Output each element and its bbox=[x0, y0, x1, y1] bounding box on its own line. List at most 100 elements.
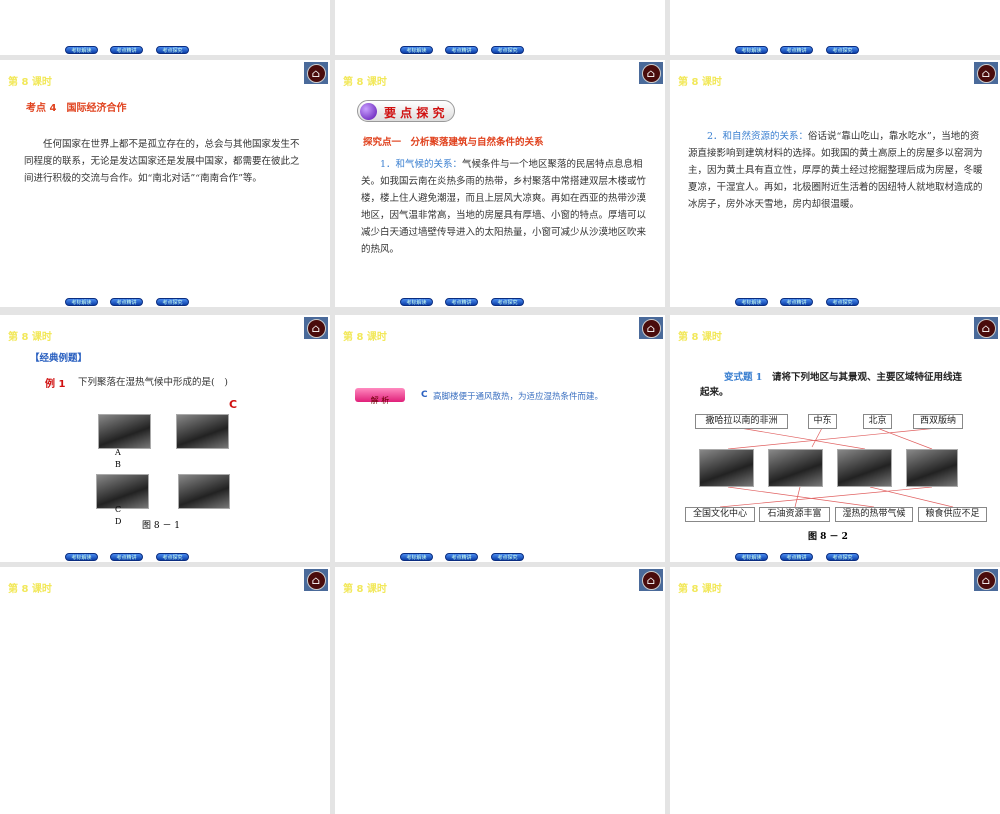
home-icon: ⌂ bbox=[306, 570, 326, 590]
option-d: D bbox=[115, 517, 122, 526]
nav-button-2[interactable]: 考点精讲 bbox=[780, 553, 813, 561]
nav-button-1[interactable]: 考标解读 bbox=[735, 298, 768, 306]
home-icon: ⌂ bbox=[641, 63, 661, 83]
nav-button-1[interactable]: 考标解读 bbox=[400, 46, 433, 54]
slide-3: 考标解读 考点精讲 考点探究 bbox=[670, 0, 1000, 55]
figure-caption: 图 8 － 2 bbox=[808, 532, 848, 542]
photo-temple-of-heaven bbox=[906, 449, 958, 487]
badge-label: 要 点 探 究 bbox=[384, 106, 445, 120]
nav-button-1[interactable]: 考标解读 bbox=[65, 46, 98, 54]
photo-b-cave bbox=[176, 414, 229, 449]
nav-button-3[interactable]: 考点探究 bbox=[156, 553, 189, 561]
nav-button-1[interactable]: 考标解读 bbox=[735, 46, 768, 54]
nav-button-2[interactable]: 考点精讲 bbox=[445, 553, 478, 561]
nav-button-3[interactable]: 考点探究 bbox=[826, 553, 859, 561]
lesson-title: 第 8 课时 bbox=[678, 77, 722, 88]
slide-body: 任何国家在世界上都不是孤立存在的，总会与其他国家发生不同程度的联系，无论是发达国… bbox=[24, 139, 300, 184]
option-b: B bbox=[115, 460, 121, 469]
nav-button-2[interactable]: 考点精讲 bbox=[445, 46, 478, 54]
slide-11: 第 8 课时 ⌂ bbox=[335, 567, 665, 814]
connection-lines bbox=[719, 427, 954, 508]
slide-heading: 考点 4 国际经济合作 bbox=[26, 103, 127, 114]
analysis-ribbon: 解 析 bbox=[355, 388, 405, 405]
lesson-title: 第 8 课时 bbox=[678, 584, 722, 595]
region-box: 撒哈拉以南的非洲 bbox=[695, 414, 788, 429]
body-lead: 2．和自然资源的关系： bbox=[707, 131, 809, 142]
photo-a-yurt bbox=[98, 414, 151, 449]
purple-orb-icon bbox=[360, 103, 377, 120]
nav-button-1[interactable]: 考标解读 bbox=[400, 298, 433, 306]
nav-button-3[interactable]: 考点探究 bbox=[491, 46, 524, 54]
photo-stilt-house bbox=[699, 449, 754, 487]
nav-button-2[interactable]: 考点精讲 bbox=[780, 298, 813, 306]
home-button[interactable]: ⌂ bbox=[639, 317, 663, 339]
slide-10: 第 8 课时 ⌂ bbox=[0, 567, 330, 814]
key-points-badge: 要 点 探 究 bbox=[357, 100, 455, 122]
home-button[interactable]: ⌂ bbox=[304, 62, 328, 84]
nav-button-1[interactable]: 考标解读 bbox=[400, 553, 433, 561]
nav-button-1[interactable]: 考标解读 bbox=[65, 553, 98, 561]
nav-button-3[interactable]: 考点探究 bbox=[826, 46, 859, 54]
analysis-label: 解 析 bbox=[370, 396, 390, 405]
home-icon: ⌂ bbox=[306, 63, 326, 83]
line bbox=[811, 427, 823, 448]
option-a: A bbox=[115, 448, 121, 457]
region-box: 北京 bbox=[863, 414, 892, 429]
body-text: 俗话说“靠山吃山，靠水吃水”，当地的资源直接影响到建筑材料的选择。如我国的黄土高… bbox=[688, 131, 983, 210]
example-label: 例 1 bbox=[45, 379, 66, 390]
nav-button-1[interactable]: 考标解读 bbox=[735, 553, 768, 561]
nav-button-3[interactable]: 考点探究 bbox=[491, 298, 524, 306]
lesson-title: 第 8 课时 bbox=[343, 584, 387, 595]
option-c: C bbox=[115, 505, 122, 514]
photo-c-stilt-house bbox=[96, 474, 149, 509]
home-button[interactable]: ⌂ bbox=[974, 569, 998, 591]
home-icon: ⌂ bbox=[306, 318, 326, 338]
photo-savanna-giraffe bbox=[837, 449, 892, 487]
feature-box: 石油资源丰富 bbox=[759, 507, 830, 522]
slide-6: 第 8 课时 ⌂ 2．和自然资源的关系：俗话说“靠山吃山，靠水吃水”，当地的资源直… bbox=[670, 60, 1000, 307]
slide-5: 第 8 课时 ⌂ 要 点 探 究 探究点一 分析聚落建筑与自然条件的关系 1．和气… bbox=[335, 60, 665, 307]
slide-2: 考标解读 考点精讲 考点探究 bbox=[335, 0, 665, 55]
lesson-title: 第 8 课时 bbox=[343, 332, 387, 343]
home-button[interactable]: ⌂ bbox=[304, 317, 328, 339]
home-button[interactable]: ⌂ bbox=[639, 62, 663, 84]
analysis-text: 高脚楼便于通风散热，为适应湿热条件而建。 bbox=[433, 392, 604, 402]
body-lead: 1．和气候的关系： bbox=[380, 159, 463, 170]
figure-caption: 图 8 － 1 bbox=[142, 521, 181, 531]
slide-4: 第 8 课时 ⌂ 考点 4 国际经济合作 任何国家在世界上都不是孤立存在的，总会与… bbox=[0, 60, 330, 307]
lesson-title: 第 8 课时 bbox=[8, 77, 52, 88]
photo-d-thick-wall bbox=[178, 474, 230, 509]
home-button[interactable]: ⌂ bbox=[974, 62, 998, 84]
section-title: 【经典例题】 bbox=[30, 353, 88, 364]
lesson-title: 第 8 课时 bbox=[343, 77, 387, 88]
nav-button-3[interactable]: 考点探究 bbox=[826, 298, 859, 306]
question-text: 下列聚落在湿热气候中形成的是( ) bbox=[78, 377, 228, 388]
feature-box: 湿热的热带气候 bbox=[835, 507, 913, 522]
home-icon: ⌂ bbox=[976, 570, 996, 590]
nav-button-3[interactable]: 考点探究 bbox=[156, 298, 189, 306]
body-text: 气候条件与一个地区聚落的民居特点息息相关。如我国云南在炎热多雨的热带，乡村聚落中… bbox=[361, 159, 647, 255]
nav-button-1[interactable]: 考标解读 bbox=[65, 298, 98, 306]
slide-8: 第 8 课时 ⌂ 解 析 C 高脚楼便于通风散热，为适应湿热条件而建。 考标解读 考… bbox=[335, 315, 665, 562]
home-icon: ⌂ bbox=[641, 318, 661, 338]
home-icon: ⌂ bbox=[641, 570, 661, 590]
nav-button-3[interactable]: 考点探究 bbox=[491, 553, 524, 561]
lesson-title: 第 8 课时 bbox=[8, 332, 52, 343]
nav-button-2[interactable]: 考点精讲 bbox=[780, 46, 813, 54]
slide-body: 2．和自然资源的关系：俗话说“靠山吃山，靠水吃水”，当地的资源直接影响到建筑材料… bbox=[688, 128, 984, 213]
feature-box: 粮食供应不足 bbox=[918, 507, 987, 522]
answer-letter: C bbox=[421, 390, 428, 400]
slide-9: 第 8 课时 ⌂ 变式题 1 请将下列地区与其景观、主要区域特征用线连起来。 撒哈… bbox=[670, 315, 1000, 562]
nav-button-2[interactable]: 考点精讲 bbox=[445, 298, 478, 306]
region-box: 中东 bbox=[808, 414, 837, 429]
home-button[interactable]: ⌂ bbox=[304, 569, 328, 591]
nav-button-2[interactable]: 考点精讲 bbox=[110, 46, 143, 54]
nav-button-2[interactable]: 考点精讲 bbox=[110, 298, 143, 306]
home-button[interactable]: ⌂ bbox=[639, 569, 663, 591]
nav-button-3[interactable]: 考点探究 bbox=[156, 46, 189, 54]
nav-button-2[interactable]: 考点精讲 bbox=[110, 553, 143, 561]
feature-box: 全国文化中心 bbox=[685, 507, 755, 522]
line bbox=[869, 486, 954, 508]
answer-mark: C bbox=[229, 398, 238, 411]
slide-heading: 探究点一 分析聚落建筑与自然条件的关系 bbox=[363, 137, 544, 148]
